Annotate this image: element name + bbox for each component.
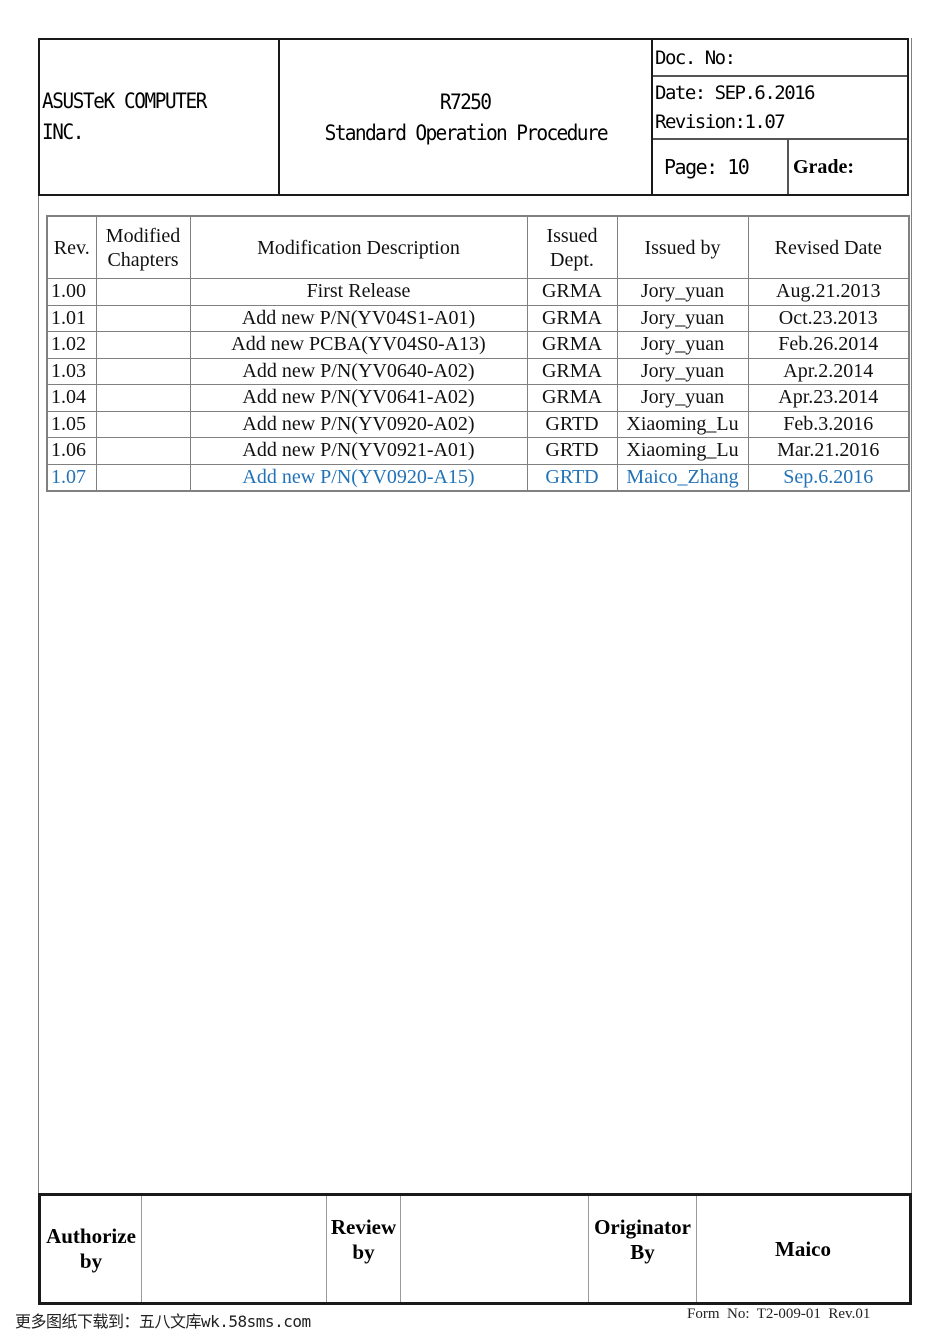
header-line: Modified (105, 224, 181, 247)
doc-revision: Revision:1.07 (655, 111, 786, 133)
cell-description: Add new P/N(YV0920-A02) (189, 410, 528, 438)
authorize-label: Authorize by (41, 1196, 142, 1302)
cell-description: Add new P/N(YV0641-A02) (189, 384, 528, 412)
cell-rev: 1.02 (46, 331, 97, 359)
cell-date: Aug.21.2013 (747, 278, 910, 306)
cell-chapters (95, 384, 191, 412)
cell-issued-by: Jory_yuan (616, 384, 749, 412)
cell-issued-by: Jory_yuan (616, 331, 749, 359)
cell-dept: GRTD (526, 463, 618, 492)
document-info: Doc. No: Date: SEP.6.2016 Revision:1.07 … (653, 40, 907, 194)
cell-dept: GRTD (526, 437, 618, 465)
cell-issued-by: Xiaoming_Lu (616, 437, 749, 465)
table-row: 1.01 Add new P/N(YV04S1-A01) GRMA Jory_y… (46, 304, 910, 332)
column-header-description: Modification Description (189, 215, 528, 279)
cell-issued-by: Maico_Zhang (616, 463, 749, 492)
company-name-line2: INC. (42, 120, 84, 144)
label-line: Authorize (46, 1224, 136, 1248)
document-header: ASUSTeK COMPUTER INC. R7250 Standard Ope… (38, 38, 909, 196)
authorize-value (142, 1196, 327, 1302)
table-row: 1.04 Add new P/N(YV0641-A02) GRMA Jory_y… (46, 384, 910, 412)
table-row: 1.03 Add new P/N(YV0640-A02) GRMA Jory_y… (46, 357, 910, 385)
cell-chapters (95, 278, 191, 306)
cell-chapters (95, 304, 191, 332)
cell-dept: GRTD (526, 410, 618, 438)
cell-dept: GRMA (526, 357, 618, 385)
cell-dept: GRMA (526, 304, 618, 332)
grade: Grade: (793, 156, 855, 178)
column-header-modified-chapters: Modified Chapters (95, 215, 191, 279)
column-header-rev: Rev. (46, 215, 97, 279)
table-row: 1.06 Add new P/N(YV0921-A01) GRTD Xiaomi… (46, 437, 910, 465)
cell-description: Add new P/N(YV0920-A15) (189, 463, 528, 492)
cell-issued-by: Xiaoming_Lu (616, 410, 749, 438)
cell-rev: 1.06 (46, 437, 97, 465)
cell-chapters (95, 410, 191, 438)
cell-description: Add new P/N(YV04S1-A01) (189, 304, 528, 332)
label-line: by (352, 1240, 375, 1264)
cell-chapters (95, 331, 191, 359)
date-revision: Date: SEP.6.2016 Revision:1.07 (653, 77, 907, 140)
review-label: Review by (327, 1196, 401, 1302)
cell-date: Feb.3.2016 (747, 410, 910, 438)
label-line: Review (330, 1215, 397, 1239)
label-line: By (630, 1240, 655, 1264)
label-line: Originator (594, 1215, 691, 1239)
cell-description: Add new P/N(YV0921-A01) (189, 437, 528, 465)
column-header-issued-by: Issued by (616, 215, 749, 279)
doc-date: Date: SEP.6.2016 (655, 82, 816, 104)
cell-rev: 1.01 (46, 304, 97, 332)
cell-date: Feb.26.2014 (747, 331, 910, 359)
company-name-line1: ASUSTeK COMPUTER (42, 89, 207, 113)
cell-chapters (95, 437, 191, 465)
cell-date: Apr.2.2014 (747, 357, 910, 385)
signoff-block: Authorize by Review by Originator By Mai… (38, 1193, 912, 1305)
table-row: 1.02 Add new PCBA(YV04S0-A13) GRMA Jory_… (46, 331, 910, 359)
cell-date: Apr.23.2014 (747, 384, 910, 412)
originator-label: Originator By (589, 1196, 697, 1302)
document-type: Standard Operation Procedure (324, 121, 608, 145)
cell-rev: 1.03 (46, 357, 97, 385)
review-value (401, 1196, 589, 1302)
cell-dept: GRMA (526, 384, 618, 412)
cell-date: Sep.6.2016 (747, 463, 910, 492)
cell-rev: 1.07 (46, 463, 97, 492)
cell-date: Oct.23.2013 (747, 304, 910, 332)
document-title: R7250 Standard Operation Procedure (280, 40, 653, 194)
cell-issued-by: Jory_yuan (616, 278, 749, 306)
label-line: by (79, 1249, 103, 1273)
cell-rev: 1.04 (46, 384, 97, 412)
revision-history-table: Rev. Modified Chapters Modification Desc… (46, 215, 910, 492)
model-number: R7250 (440, 90, 492, 114)
table-header-row: Rev. Modified Chapters Modification Desc… (46, 215, 910, 279)
cell-description: Add new P/N(YV0640-A02) (189, 357, 528, 385)
column-header-issued-dept: Issued Dept. (526, 215, 618, 279)
table-row: 1.05 Add new P/N(YV0920-A02) GRTD Xiaomi… (46, 410, 910, 438)
table-row: 1.00 First Release GRMA Jory_yuan Aug.21… (46, 278, 910, 306)
company-name: ASUSTeK COMPUTER INC. (40, 40, 280, 194)
table-row-latest: 1.07 Add new P/N(YV0920-A15) GRTD Maico_… (46, 463, 910, 492)
header-line: Issued (546, 224, 598, 247)
form-number: Form No: T2-009-01 Rev.01 (687, 1306, 871, 1322)
cell-issued-by: Jory_yuan (616, 357, 749, 385)
watermark-text: 更多图纸下载到：五八文库wk.58sms.com (15, 1312, 311, 1331)
cell-date: Mar.21.2016 (747, 437, 910, 465)
page-number: Page: 10 (653, 140, 789, 194)
cell-rev: 1.00 (46, 278, 97, 306)
cell-chapters (95, 463, 191, 492)
cell-description: First Release (189, 278, 528, 306)
cell-rev: 1.05 (46, 410, 97, 438)
cell-dept: GRMA (526, 331, 618, 359)
cell-description: Add new PCBA(YV04S0-A13) (189, 331, 528, 359)
doc-number: Doc. No: (653, 40, 907, 77)
header-line: Chapters (107, 248, 179, 271)
cell-issued-by: Jory_yuan (616, 304, 749, 332)
column-header-revised-date: Revised Date (747, 215, 910, 279)
page-grade-row: Page: 10 Grade: (653, 140, 907, 194)
cell-dept: GRMA (526, 278, 618, 306)
originator-value: Maico (775, 1236, 831, 1261)
header-line: Dept. (550, 248, 594, 271)
cell-chapters (95, 357, 191, 385)
